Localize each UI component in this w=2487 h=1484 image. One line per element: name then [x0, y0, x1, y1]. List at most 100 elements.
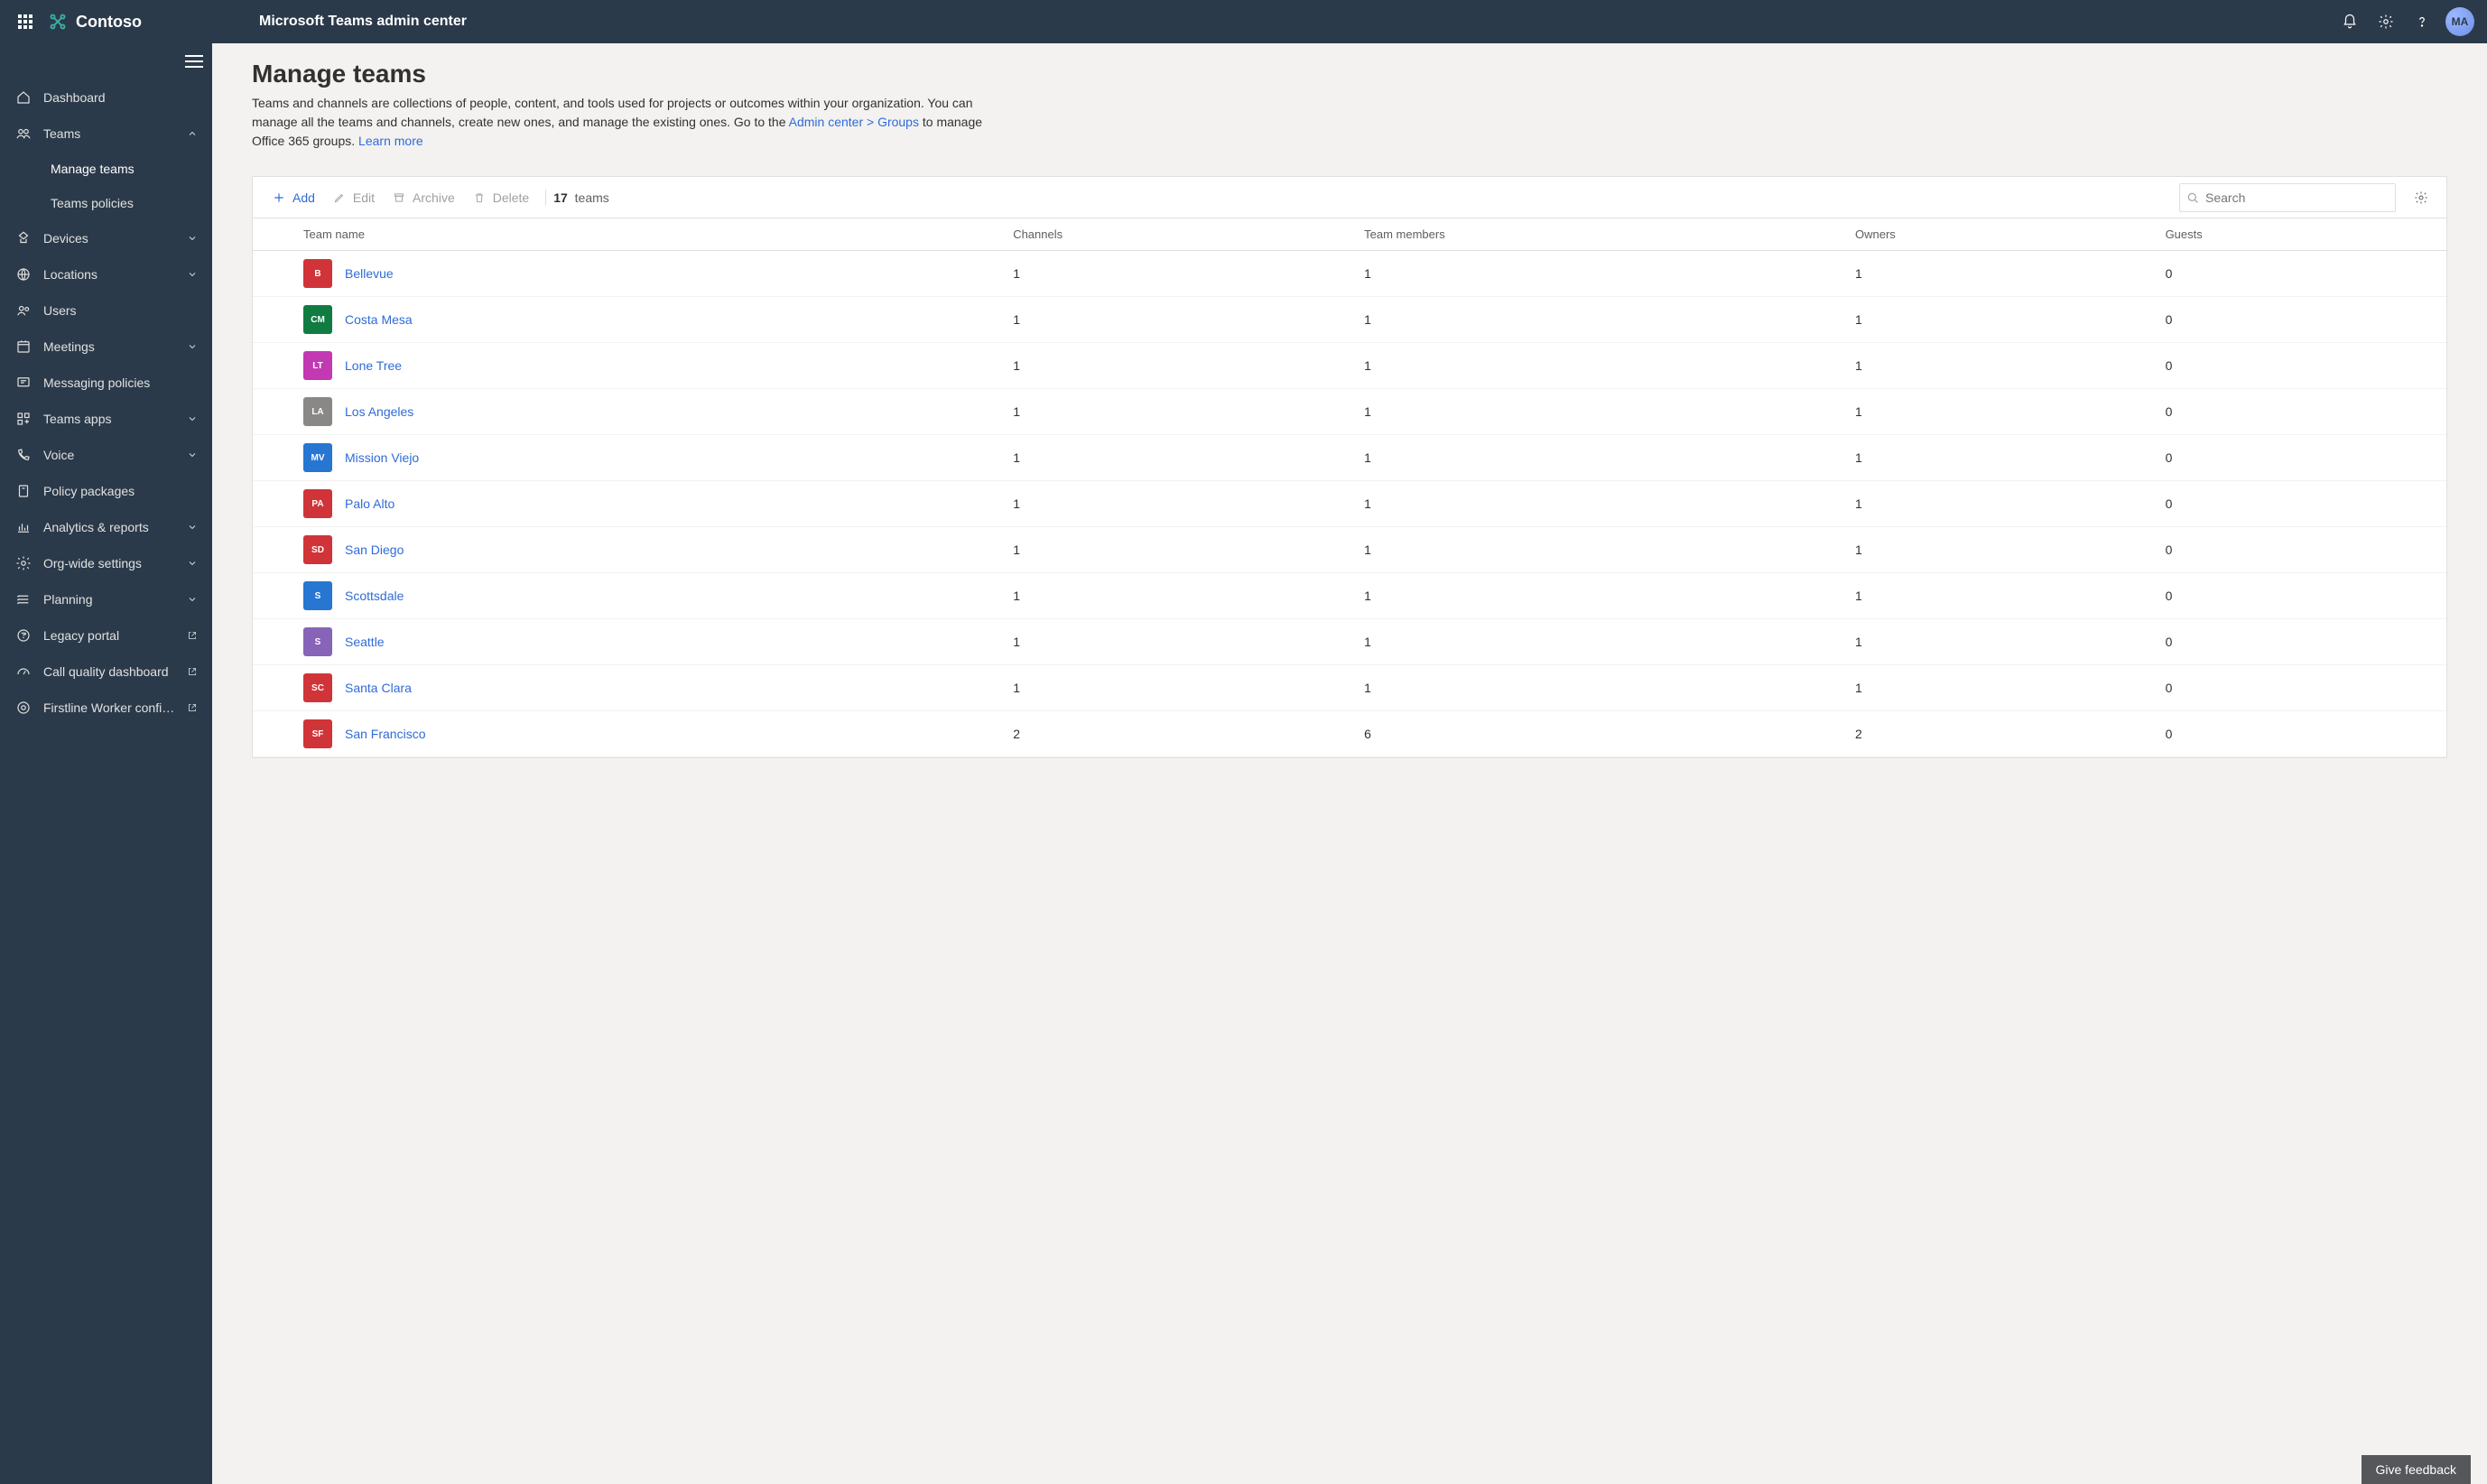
brand-logo-icon [47, 11, 69, 32]
table-row[interactable]: SCSanta Clara1110 [253, 665, 2446, 711]
give-feedback-button[interactable]: Give feedback [2362, 1455, 2472, 1484]
delete-button[interactable]: Delete [464, 177, 538, 218]
chevron-down-icon [185, 522, 200, 533]
team-avatar-tile: LA [303, 397, 332, 426]
sidebar-item-label: Messaging policies [43, 376, 200, 390]
sidebar-item-planning[interactable]: Planning [0, 581, 212, 617]
cell-owners: 1 [1841, 297, 2151, 343]
team-name-link[interactable]: Scottsdale [345, 589, 404, 603]
team-avatar-tile: PA [303, 489, 332, 518]
product-title: Microsoft Teams admin center [259, 14, 467, 30]
chevron-down-icon [185, 341, 200, 352]
admin-center-groups-link[interactable]: Admin center > Groups [789, 115, 919, 129]
search-input[interactable] [2200, 190, 2390, 205]
sidebar-item-messaging-policies[interactable]: Messaging policies [0, 365, 212, 401]
search-box[interactable] [2179, 183, 2396, 212]
team-name-link[interactable]: San Diego [345, 543, 404, 557]
sidebar-item-teams[interactable]: Teams [0, 116, 212, 152]
table-row[interactable]: MVMission Viejo1110 [253, 435, 2446, 481]
cell-guests: 0 [2151, 527, 2446, 573]
team-name-link[interactable]: Los Angeles [345, 404, 413, 419]
brand[interactable]: Contoso [47, 11, 142, 32]
page-title: Manage teams [252, 60, 2447, 88]
cell-owners: 1 [1841, 389, 2151, 435]
sidebar-item-label: Meetings [43, 339, 185, 354]
sidebar-item-teams-apps[interactable]: Teams apps [0, 401, 212, 437]
team-name-link[interactable]: Costa Mesa [345, 312, 413, 327]
external-link-icon [187, 701, 200, 714]
cell-guests: 0 [2151, 297, 2446, 343]
team-name-link[interactable]: Lone Tree [345, 358, 402, 373]
cell-guests: 0 [2151, 481, 2446, 527]
sidebar-item-devices[interactable]: Devices [0, 220, 212, 256]
account-avatar[interactable]: MA [2445, 7, 2474, 36]
waffle-icon [18, 14, 32, 29]
external-link-icon [187, 665, 200, 678]
cell-guests: 0 [2151, 251, 2446, 297]
sidebar-item-voice[interactable]: Voice [0, 437, 212, 473]
col-channels[interactable]: Channels [998, 218, 1350, 251]
chevron-down-icon [185, 558, 200, 569]
sidebar-item-dashboard[interactable]: Dashboard [0, 79, 212, 116]
settings-button[interactable] [2368, 0, 2404, 43]
search-icon [2185, 190, 2200, 205]
globe-icon [13, 266, 34, 283]
sidebar-item-label: Analytics & reports [43, 520, 185, 534]
team-name-link[interactable]: Bellevue [345, 266, 394, 281]
cell-channels: 2 [998, 711, 1350, 757]
avatar-initials: MA [2452, 15, 2469, 28]
help-button[interactable] [2404, 0, 2440, 43]
team-name-link[interactable]: Palo Alto [345, 496, 394, 511]
table-row[interactable]: LTLone Tree1110 [253, 343, 2446, 389]
col-owners[interactable]: Owners [1841, 218, 2151, 251]
sidebar-item-legacy-portal[interactable]: Legacy portal [0, 617, 212, 654]
team-avatar-tile: SF [303, 719, 332, 748]
chevron-up-icon [185, 128, 200, 139]
add-button[interactable]: Add [264, 177, 324, 218]
sidebar-item-call-quality-dashboard[interactable]: Call quality dashboard [0, 654, 212, 690]
app-launcher-button[interactable] [7, 0, 43, 43]
external-link-icon [187, 629, 200, 642]
collapse-sidebar-button[interactable] [0, 43, 212, 79]
people-icon [13, 125, 34, 142]
table-row[interactable]: SSeattle1110 [253, 619, 2446, 665]
sidebar-subitem-manage-teams[interactable]: Manage teams [0, 152, 212, 186]
table-row[interactable]: LALos Angeles1110 [253, 389, 2446, 435]
team-name-link[interactable]: Seattle [345, 635, 385, 649]
sidebar-subitem-teams-policies[interactable]: Teams policies [0, 186, 212, 220]
cell-guests: 0 [2151, 389, 2446, 435]
sidebar-item-firstline-worker-configu-[interactable]: Firstline Worker configu… [0, 690, 212, 726]
sidebar-item-policy-packages[interactable]: Policy packages [0, 473, 212, 509]
table-row[interactable]: SFSan Francisco2620 [253, 711, 2446, 757]
teams-count: 17 teams [553, 190, 609, 205]
table-row[interactable]: CMCosta Mesa1110 [253, 297, 2446, 343]
team-name-link[interactable]: Santa Clara [345, 681, 412, 695]
table-row[interactable]: SScottsdale1110 [253, 573, 2446, 619]
sidebar-item-locations[interactable]: Locations [0, 256, 212, 292]
chevron-down-icon [185, 413, 200, 424]
table-settings-button[interactable] [2407, 183, 2436, 212]
sidebar-item-org-wide-settings[interactable]: Org-wide settings [0, 545, 212, 581]
archive-button[interactable]: Archive [384, 177, 464, 218]
sidebar-item-meetings[interactable]: Meetings [0, 329, 212, 365]
col-team-name[interactable]: Team name [253, 218, 998, 251]
table-row[interactable]: SDSan Diego1110 [253, 527, 2446, 573]
team-name-link[interactable]: San Francisco [345, 727, 425, 741]
sidebar-item-analytics-reports[interactable]: Analytics & reports [0, 509, 212, 545]
cell-owners: 1 [1841, 527, 2151, 573]
edit-button[interactable]: Edit [324, 177, 384, 218]
col-guests[interactable]: Guests [2151, 218, 2446, 251]
table-row[interactable]: BBellevue1110 [253, 251, 2446, 297]
learn-more-link[interactable]: Learn more [358, 134, 423, 148]
col-team-members[interactable]: Team members [1350, 218, 1841, 251]
pencil-icon [333, 191, 346, 204]
sidebar-item-users[interactable]: Users [0, 292, 212, 329]
cell-channels: 1 [998, 481, 1350, 527]
sidebar-item-label: Dashboard [43, 90, 200, 105]
chevron-down-icon [185, 269, 200, 280]
teams-card: Add Edit Archive Delete 17 teams [252, 176, 2447, 758]
table-row[interactable]: PAPalo Alto1110 [253, 481, 2446, 527]
notifications-button[interactable] [2332, 0, 2368, 43]
sidebar-item-label: Teams apps [43, 412, 185, 426]
team-name-link[interactable]: Mission Viejo [345, 450, 419, 465]
